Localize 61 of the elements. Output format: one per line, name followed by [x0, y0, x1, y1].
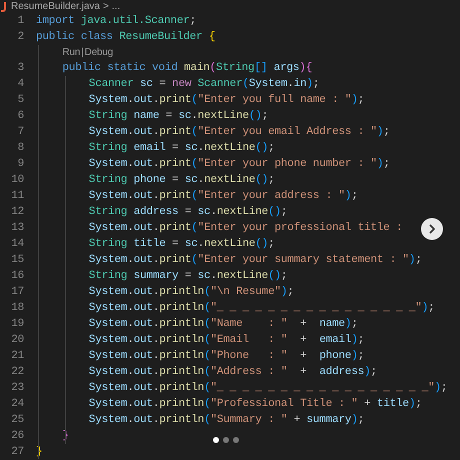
separator: |	[80, 46, 85, 60]
line-number: 22	[10, 365, 25, 380]
line-number: 23	[10, 381, 25, 396]
line-number: 13	[10, 221, 25, 236]
line-number: 20	[10, 333, 25, 348]
code-line: String address = sc.nextLine();	[88, 205, 288, 220]
code-line: String summary = sc.nextLine();	[88, 269, 288, 284]
line-number: 24	[10, 397, 25, 412]
line-number: 18	[10, 301, 25, 316]
code-line: System.out.print("Enter you email Address : ");	[88, 125, 390, 140]
code-line: String email = sc.nextLine();	[88, 141, 274, 156]
line-number: 7	[16, 125, 25, 140]
code-line: System.out.println("Phone : " + phone);	[88, 349, 364, 364]
line-number: 14	[10, 237, 25, 252]
line-number: 11	[10, 189, 25, 204]
next-button[interactable]	[421, 218, 443, 240]
line-number: 4	[16, 77, 25, 92]
line-number: 15	[10, 253, 25, 268]
code-line: System.out.println("Name : " + name);	[88, 317, 358, 332]
line-number: 27	[10, 445, 25, 460]
code-line: System.out.println("_ _ _ _ _ _ _ _ _ _ _ _ _ _ _ _");	[88, 301, 435, 316]
line-number: 6	[16, 109, 25, 124]
line-number: 1	[16, 14, 25, 29]
code-line: System.out.print("Enter you full name : ");	[88, 93, 364, 108]
code-line: public class ResumeBuilder {	[36, 30, 216, 45]
code-line: String name = sc.nextLine();	[88, 109, 268, 124]
code-line: System.out.print("Enter your phone number : ");	[88, 157, 390, 172]
code-line: System.out.println("_ _ _ _ _ _ _ _ _ _ _ _ _ _ _ _ _");	[88, 381, 448, 396]
line-number: 19	[10, 317, 25, 332]
code-line: String title = sc.nextLine();	[88, 237, 274, 252]
code-line: System.out.println("Professional Title : " + title);	[88, 397, 422, 412]
chevron-right-icon	[427, 224, 437, 234]
line-number: 5	[16, 93, 25, 108]
code-line: System.out.print("Enter your summary statement : ");	[88, 253, 422, 268]
run-link[interactable]: Run	[62, 44, 80, 60]
line-number: 8	[16, 141, 25, 156]
code-line: System.out.println("\n Resume");	[88, 285, 294, 300]
line-number: 16	[10, 269, 25, 284]
code-line: Scanner sc = new Scanner(System.in);	[88, 77, 320, 92]
line-number: 10	[10, 173, 25, 188]
line-number: 3	[16, 61, 25, 76]
java-file-icon	[1, 2, 6, 12]
breadcrumb-file[interactable]: ResumeBuilder.java	[11, 0, 100, 14]
line-number: 26	[10, 429, 25, 444]
line-number: 2	[16, 30, 25, 45]
code-line: import java.util.Scanner;	[36, 14, 196, 29]
code-line: public static void main(String[] args){	[62, 61, 312, 76]
breadcrumb-more[interactable]: ...	[112, 0, 120, 14]
code-line: System.out.print("Enter your professional title :	[88, 221, 403, 236]
line-number: 21	[10, 349, 25, 364]
line-number: 9	[16, 157, 25, 172]
line-number: 12	[10, 205, 25, 220]
code-line: System.out.println("Summary : " + summary);	[88, 413, 364, 428]
code-line: System.out.println("Email : " + email);	[88, 333, 364, 348]
code-line: System.out.print("Enter your address : ");	[88, 189, 358, 204]
code-line: System.out.println("Address : " + address);	[88, 365, 377, 380]
line-number: 25	[10, 413, 25, 428]
line-number: 17	[10, 285, 25, 300]
code-line: String phone = sc.nextLine();	[88, 173, 274, 188]
breadcrumb-separator: >	[102, 0, 109, 14]
debug-link[interactable]: Debug	[84, 44, 114, 60]
